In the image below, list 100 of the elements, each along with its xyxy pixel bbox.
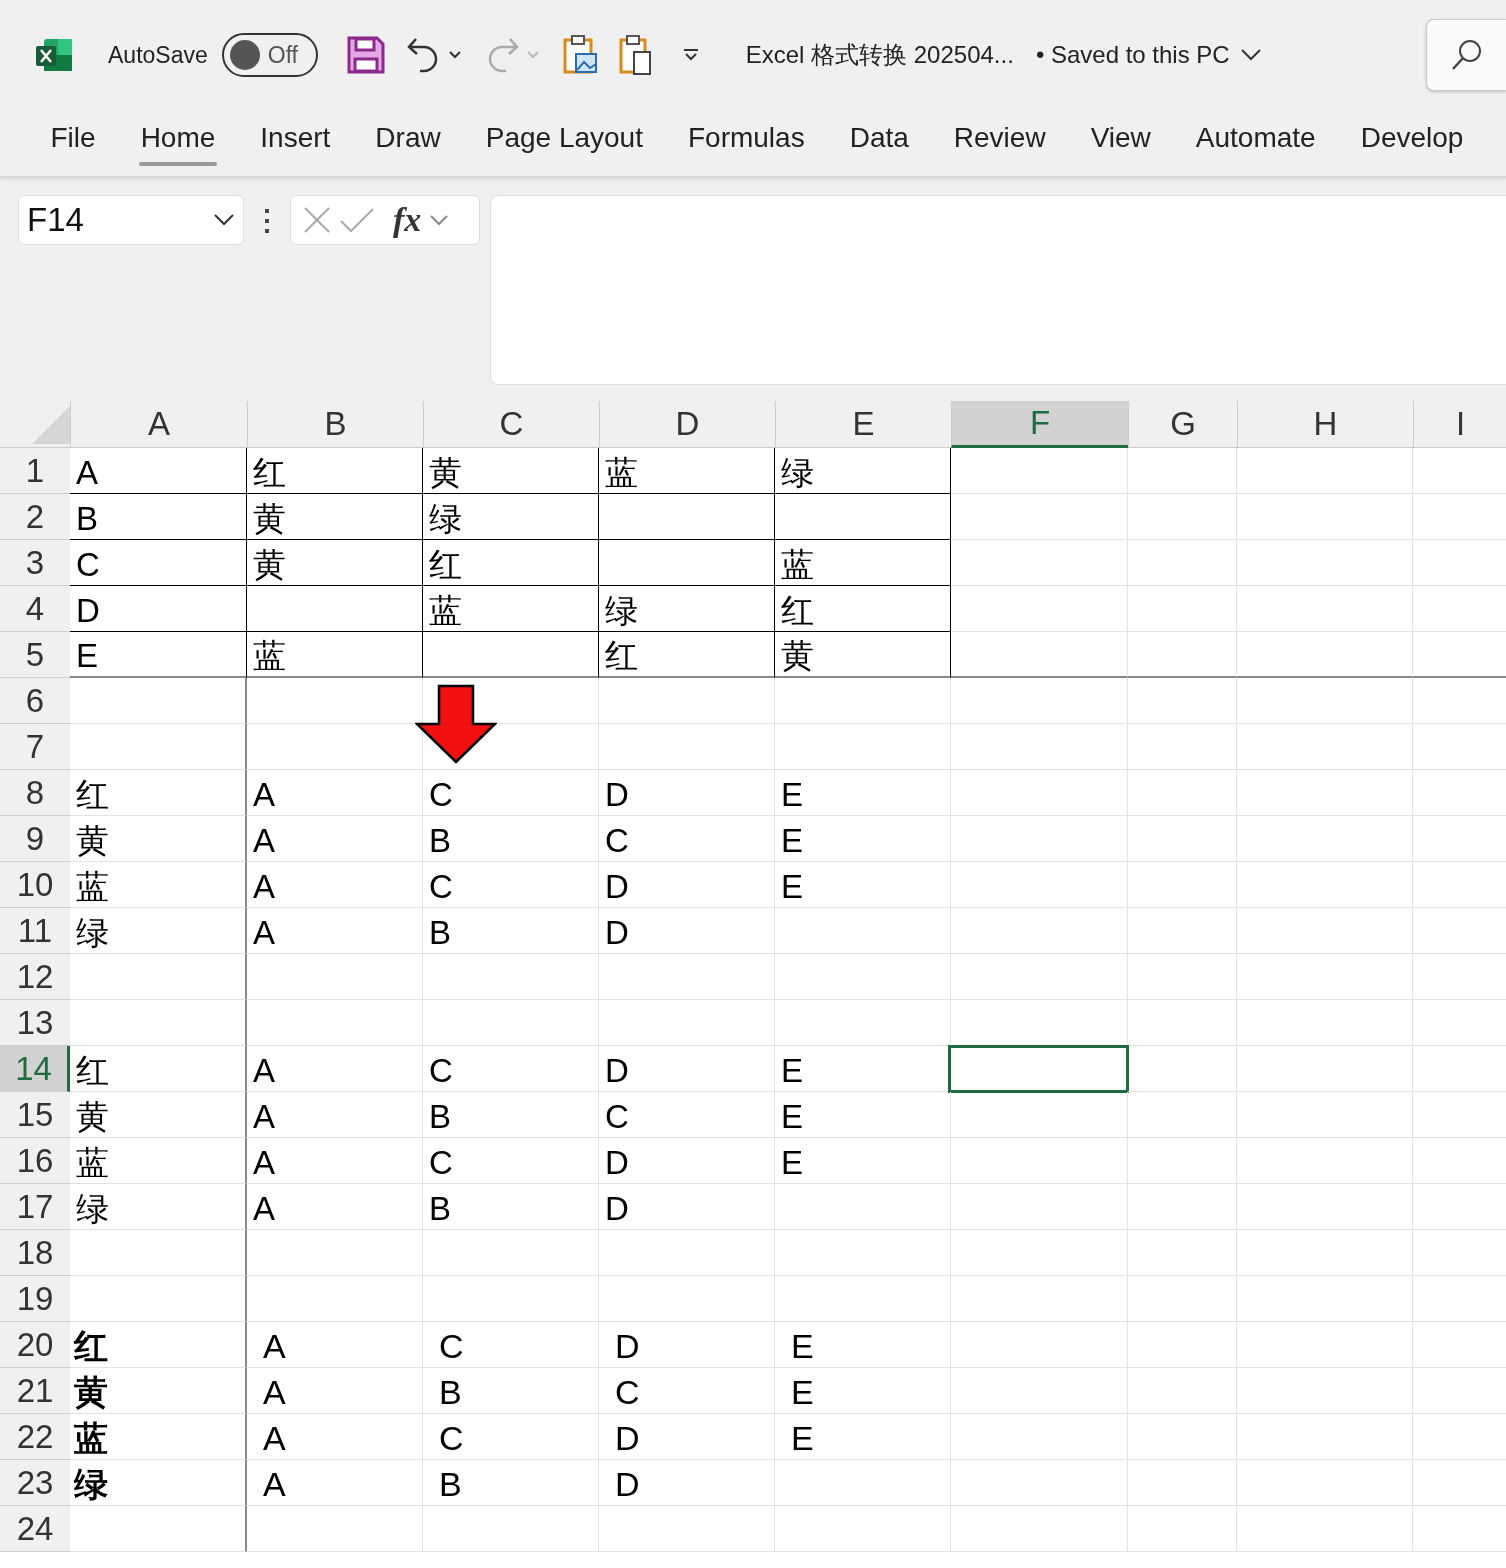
table-cell: D <box>599 1460 775 1506</box>
table-cell: E <box>775 1322 951 1368</box>
row-header[interactable]: 8 <box>0 770 70 816</box>
row-header[interactable]: 12 <box>0 954 70 1000</box>
row-header[interactable]: 7 <box>0 724 70 770</box>
table-cell: 绿 <box>70 1460 247 1506</box>
table-cell: A <box>247 1092 423 1138</box>
table-cell: 蓝 <box>247 632 423 678</box>
row-header[interactable]: 6 <box>0 678 70 724</box>
row-header[interactable]: 10 <box>0 862 70 908</box>
checkmark-icon[interactable] <box>339 207 375 233</box>
name-box[interactable]: F14 <box>18 195 244 245</box>
table-cell: 红 <box>599 632 775 678</box>
table-cell: A <box>247 770 423 816</box>
row-header[interactable]: 16 <box>0 1138 70 1184</box>
file-title: Excel 格式转换 202504... <box>745 40 1014 70</box>
ribbon-tab[interactable]: Automate <box>1173 110 1339 166</box>
table-cell: E <box>70 632 247 678</box>
ribbon-tab[interactable]: Review <box>931 110 1069 166</box>
paste-icon[interactable] <box>617 34 654 76</box>
table-cell: E <box>775 816 951 862</box>
chevron-down-icon[interactable] <box>429 214 450 226</box>
row-header[interactable]: 15 <box>0 1092 70 1138</box>
table-cell: 绿 <box>775 448 951 494</box>
column-header[interactable]: I <box>1413 401 1506 448</box>
row-header[interactable]: 13 <box>0 1000 70 1046</box>
row-header[interactable]: 3 <box>0 540 70 586</box>
column-header[interactable]: G <box>1128 401 1237 448</box>
table-cell: A <box>247 1046 423 1092</box>
table-cell: A <box>70 448 247 494</box>
ribbon-tab[interactable]: Insert <box>237 110 353 166</box>
ribbon-tab[interactable]: Data <box>827 110 932 166</box>
chevron-down-icon <box>213 213 235 227</box>
row-header[interactable]: 11 <box>0 908 70 954</box>
table-cell: B <box>423 1092 599 1138</box>
ribbon-tab[interactable]: File <box>28 110 119 166</box>
ribbon-tab[interactable]: Page Layout <box>463 110 666 166</box>
table-cell: 红 <box>247 448 423 494</box>
table-cell: E <box>775 1138 951 1184</box>
insert-function-button[interactable]: fx <box>383 201 422 239</box>
formula-input-field[interactable] <box>490 195 1506 385</box>
table-cell: 蓝 <box>599 448 775 494</box>
row-header[interactable]: 14 <box>0 1046 70 1092</box>
row-header[interactable]: 23 <box>0 1460 70 1506</box>
row-header[interactable]: 21 <box>0 1368 70 1414</box>
table-cell: D <box>599 862 775 908</box>
table-cell: 黄 <box>247 540 423 586</box>
row-header[interactable]: 24 <box>0 1506 70 1552</box>
table-cell: 黄 <box>423 448 599 494</box>
table-cell: C <box>423 862 599 908</box>
row-header[interactable]: 17 <box>0 1184 70 1230</box>
table-cell: B <box>423 816 599 862</box>
table-cell: 黄 <box>70 1368 247 1414</box>
active-cell[interactable] <box>948 1045 1129 1093</box>
table-cell: 蓝 <box>70 1414 247 1460</box>
table-cell: B <box>423 1184 599 1230</box>
row-header[interactable]: 22 <box>0 1414 70 1460</box>
ribbon-tab[interactable]: Draw <box>352 110 464 166</box>
row-header[interactable]: 19 <box>0 1276 70 1322</box>
table-cell: E <box>775 1414 951 1460</box>
row-header[interactable]: 1 <box>0 448 70 494</box>
column-header[interactable]: A <box>70 401 247 448</box>
autosave-toggle[interactable]: Off <box>221 33 318 77</box>
ribbon-tab[interactable]: View <box>1068 110 1174 166</box>
search-button[interactable] <box>1426 19 1506 91</box>
column-header[interactable]: H <box>1237 401 1413 448</box>
table-cell: 蓝 <box>70 1138 247 1184</box>
column-header[interactable]: D <box>599 401 775 448</box>
table-cell: E <box>775 1368 951 1414</box>
row-header[interactable]: 2 <box>0 494 70 540</box>
row-header[interactable]: 4 <box>0 586 70 632</box>
customize-toolbar-icon[interactable] <box>681 48 700 62</box>
table-cell: 黄 <box>70 1092 247 1138</box>
save-status-menu[interactable]: • Saved to this PC <box>1035 41 1262 69</box>
row-header[interactable]: 5 <box>0 632 70 678</box>
ribbon-tab[interactable]: Develop <box>1338 110 1486 166</box>
row-header[interactable]: 9 <box>0 816 70 862</box>
row-header[interactable]: 20 <box>0 1322 70 1368</box>
triangle-icon <box>32 406 70 444</box>
table-cell: 绿 <box>599 586 775 632</box>
table-cell: D <box>599 1322 775 1368</box>
ribbon-tab[interactable]: Formulas <box>665 110 828 166</box>
table-cell: 蓝 <box>70 862 247 908</box>
table-cell: A <box>247 1322 423 1368</box>
row-header[interactable]: 18 <box>0 1230 70 1276</box>
table-cell: A <box>247 1414 423 1460</box>
table-cell: D <box>599 1184 775 1230</box>
table-cell: 红 <box>70 770 247 816</box>
table-cell: A <box>247 1138 423 1184</box>
table-cell: 红 <box>70 1046 247 1092</box>
ribbon-tab[interactable]: Home <box>118 110 238 166</box>
caret-icon[interactable] <box>447 50 462 60</box>
table-cell: D <box>70 586 247 632</box>
save-icon[interactable] <box>345 35 386 75</box>
column-header[interactable]: B <box>247 401 423 448</box>
more-options-icon[interactable] <box>264 208 270 234</box>
column-header[interactable]: E <box>775 401 951 448</box>
table-cell: D <box>599 1046 775 1092</box>
column-header[interactable]: C <box>423 401 599 448</box>
column-header[interactable]: F <box>951 401 1128 448</box>
